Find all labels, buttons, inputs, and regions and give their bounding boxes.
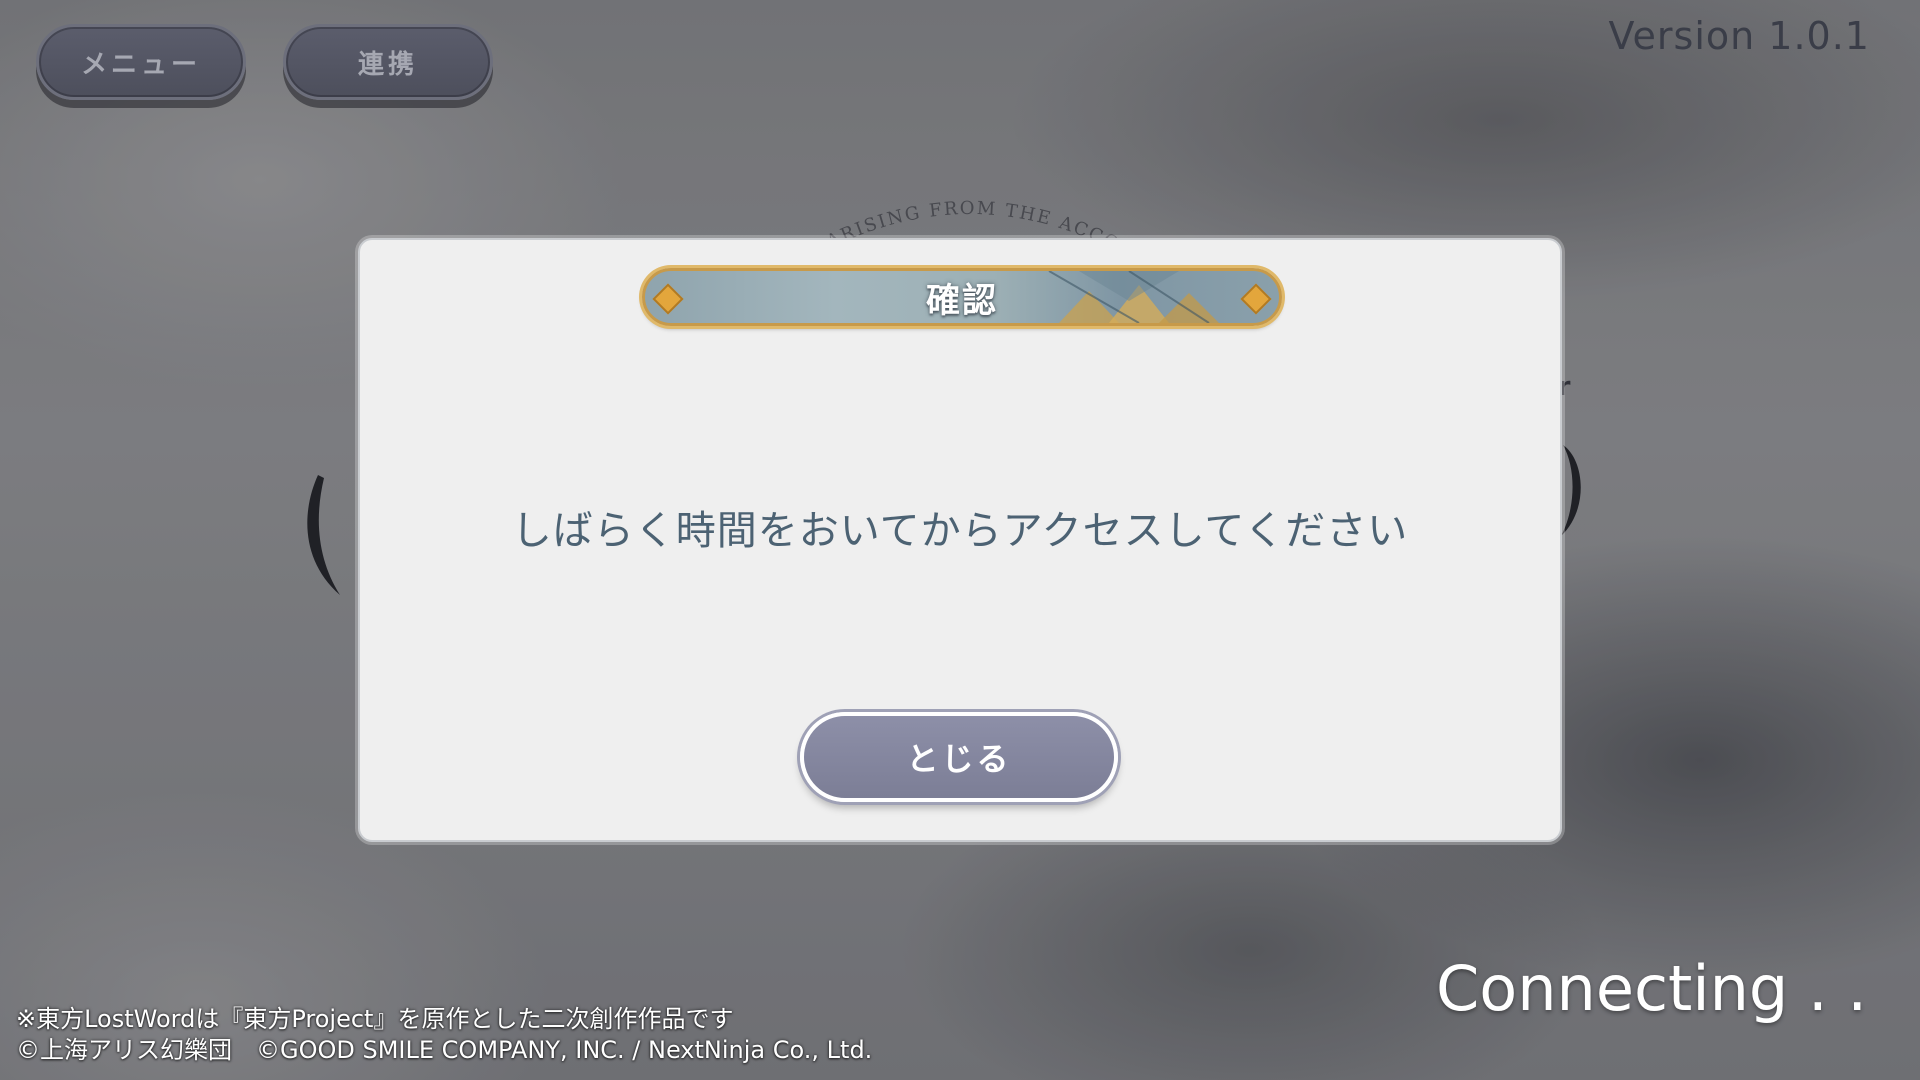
close-button[interactable]: とじる xyxy=(800,712,1118,802)
footer-disclaimer: ※東方LostWordは『東方Project』を原作とした二次創作作品です xyxy=(16,1005,734,1033)
menu-button[interactable]: メニュー xyxy=(36,24,246,100)
version-label: Version 1.0.1 xyxy=(1608,14,1870,58)
footer-copyright: ©上海アリス幻樂団 ©GOOD SMILE COMPANY, INC. / Ne… xyxy=(16,1036,873,1064)
copyright-footer: ※東方LostWordは『東方Project』を原作とした二次創作作品です ©上… xyxy=(16,1004,872,1066)
dialog-title-banner: 確認 xyxy=(642,268,1282,326)
dialog-title: 確認 xyxy=(926,280,998,321)
connecting-status: Connecting . . xyxy=(1436,952,1868,1025)
link-account-button[interactable]: 連携 xyxy=(283,24,493,100)
confirm-dialog: 確認 しばらく時間をおいてからアクセスしてください とじる xyxy=(358,238,1562,842)
dialog-message: しばらく時間をおいてからアクセスしてください xyxy=(511,508,1409,554)
